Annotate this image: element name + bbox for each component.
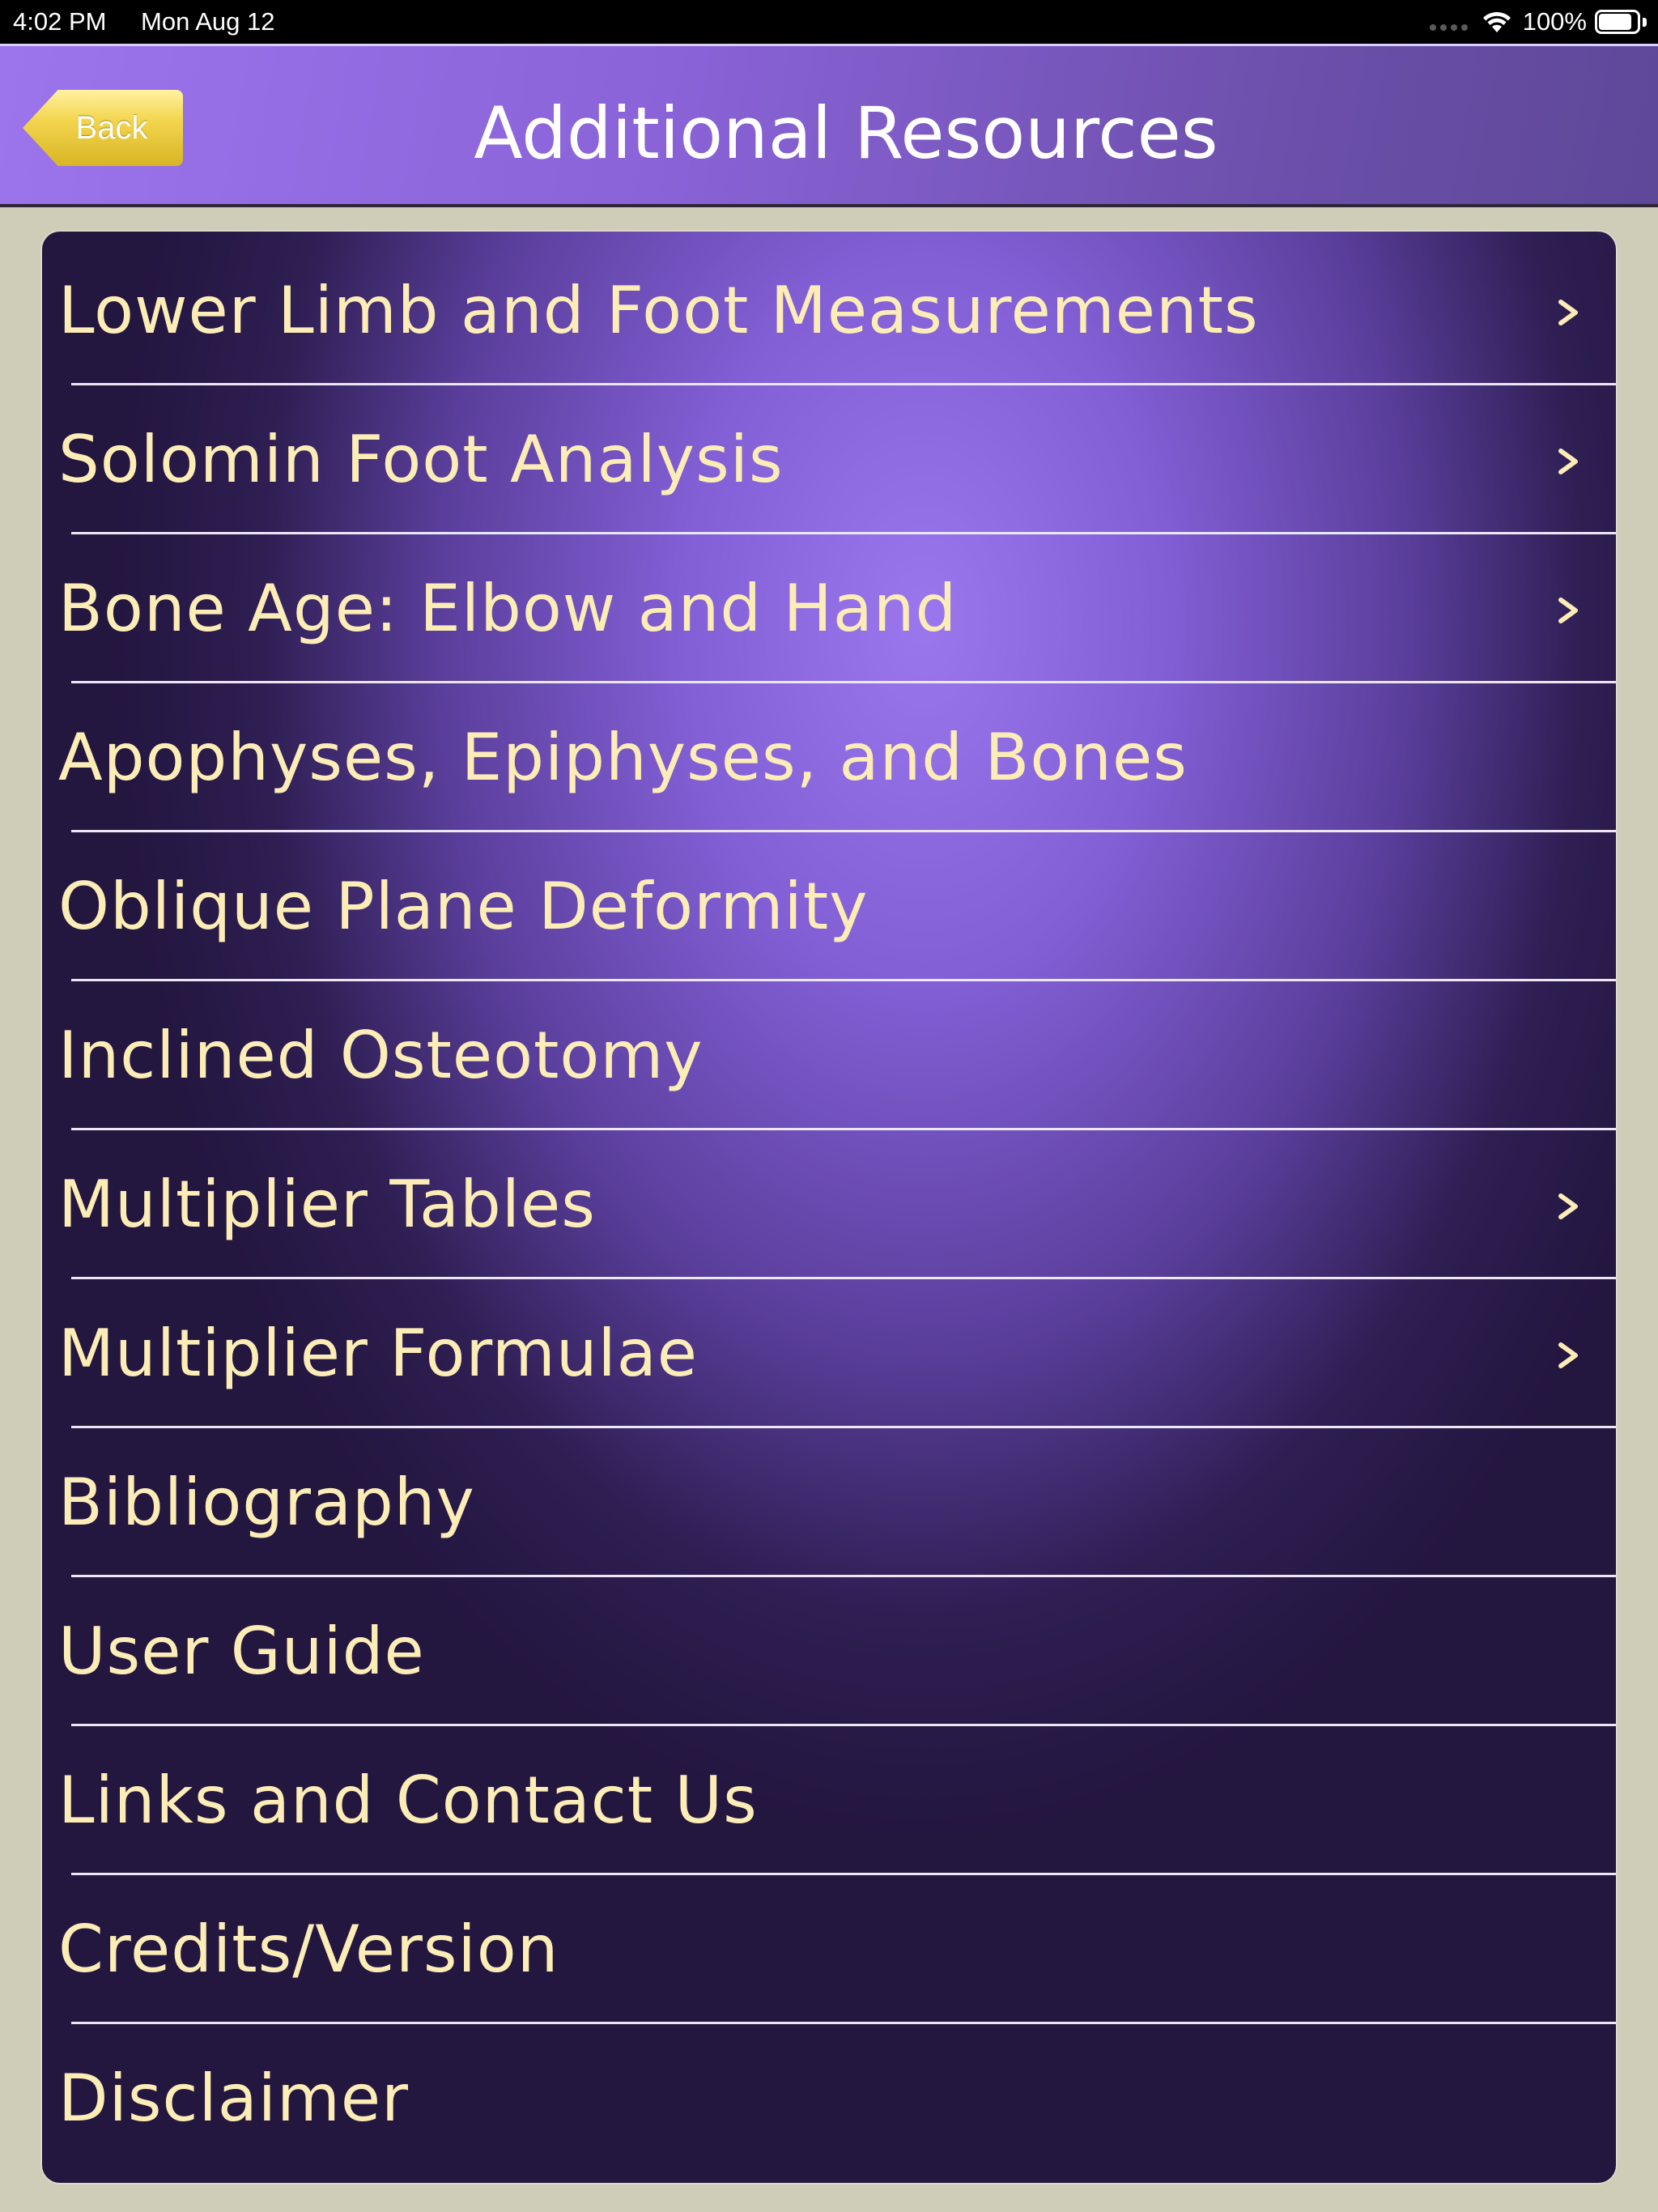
menu-item[interactable]: Inclined Osteotomy: [42, 981, 1616, 1130]
menu-item-label: Credits/Version: [58, 1912, 559, 1987]
back-button[interactable]: Back: [23, 90, 183, 166]
menu-item[interactable]: Multiplier Formulae: [42, 1279, 1616, 1428]
menu-item-label: Disclaimer: [58, 2061, 410, 2136]
cellular-signal-icon: [1429, 24, 1468, 31]
menu-item-label: Oblique Plane Deformity: [58, 869, 869, 944]
navigation-bar: Back Additional Resources: [0, 44, 1658, 207]
menu-item[interactable]: Multiplier Tables: [42, 1130, 1616, 1279]
menu-item-label: Apophyses, Epiphyses, and Bones: [58, 720, 1188, 795]
page-title: Additional Resources: [474, 91, 1218, 175]
menu-item[interactable]: Credits/Version: [42, 1875, 1616, 2024]
back-button-label: Back: [75, 109, 148, 146]
battery-percent: 100%: [1522, 7, 1587, 36]
menu-item-label: Inclined Osteotomy: [58, 1018, 704, 1093]
menu-item-label: Solomin Foot Analysis: [58, 422, 784, 497]
menu-item[interactable]: User Guide: [42, 1577, 1616, 1726]
menu-item[interactable]: Oblique Plane Deformity: [42, 832, 1616, 981]
status-bar: 4:02 PM Mon Aug 12 100%: [0, 0, 1658, 44]
menu-item[interactable]: Lower Limb and Foot Measurements: [42, 236, 1616, 385]
menu-item-label: Multiplier Tables: [58, 1167, 596, 1242]
menu-item[interactable]: Bibliography: [42, 1428, 1616, 1577]
chevron-right-icon: [1558, 1193, 1578, 1219]
status-indicators: 100%: [1429, 5, 1647, 39]
chevron-right-icon: [1558, 300, 1578, 325]
menu-item-label: Multiplier Formulae: [58, 1316, 699, 1391]
chevron-right-icon: [1558, 598, 1578, 623]
status-date: Mon Aug 12: [141, 7, 275, 36]
wifi-icon: [1482, 11, 1511, 32]
menu-item[interactable]: Solomin Foot Analysis: [42, 385, 1616, 534]
menu-item-label: Bone Age: Elbow and Hand: [58, 571, 958, 646]
resources-menu-list: Lower Limb and Foot Measurements Solomin …: [42, 232, 1616, 2183]
status-time: 4:02 PM: [13, 7, 107, 36]
menu-item-label: User Guide: [58, 1614, 425, 1689]
menu-item-label: Bibliography: [58, 1465, 475, 1540]
chevron-right-icon: [1558, 1342, 1578, 1368]
menu-item[interactable]: Bone Age: Elbow and Hand: [42, 534, 1616, 683]
menu-item[interactable]: Apophyses, Epiphyses, and Bones: [42, 683, 1616, 832]
menu-item[interactable]: Disclaimer: [42, 2024, 1616, 2173]
menu-item-label: Links and Contact Us: [58, 1763, 758, 1838]
battery-icon: [1595, 10, 1647, 34]
chevron-right-icon: [1558, 449, 1578, 474]
menu-item-label: Lower Limb and Foot Measurements: [58, 273, 1259, 348]
menu-item[interactable]: Links and Contact Us: [42, 1726, 1616, 1875]
